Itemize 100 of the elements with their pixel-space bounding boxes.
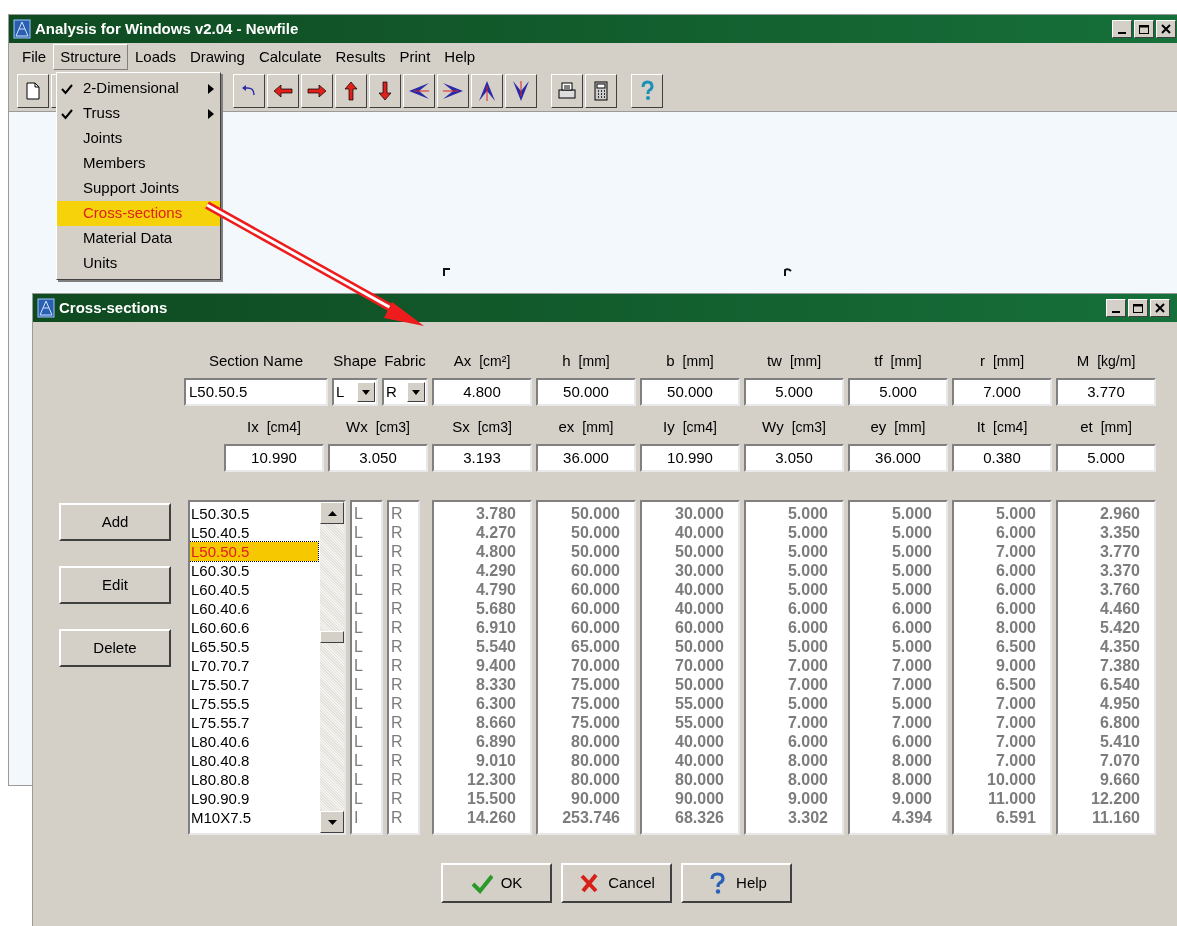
menu-item[interactable]: 2-Dimensional (57, 76, 220, 101)
table-cell-text: 5.000 (786, 561, 829, 580)
minimize-button[interactable] (1112, 20, 1132, 38)
table-cell-text: 5.000 (890, 580, 933, 599)
table-cell-text: 9.000 (786, 789, 829, 808)
toolbar-button[interactable] (551, 74, 583, 108)
toolbar-button[interactable] (505, 74, 537, 108)
table-cell-text: R (390, 789, 404, 808)
table-cell-text: 3.302 (786, 808, 829, 827)
input-field[interactable]: L50.50.5 (184, 378, 328, 406)
table-cell-text: 11.160 (1090, 808, 1141, 827)
menu-item[interactable]: Units (57, 251, 220, 276)
list-item[interactable]: L60.40.5 (190, 580, 318, 599)
menu-item[interactable]: Help (437, 43, 483, 71)
menu-item[interactable]: Material Data (57, 226, 220, 251)
list-item[interactable]: L60.30.5 (190, 561, 318, 580)
toolbar-button[interactable] (17, 74, 49, 108)
list-item[interactable]: L50.30.5 (190, 504, 318, 523)
side-button[interactable]: Edit (59, 566, 171, 604)
side-button[interactable]: Add (59, 503, 171, 541)
input-field[interactable]: 36.000 (848, 444, 948, 472)
maximize-button[interactable] (1134, 20, 1154, 38)
scroll-up-button[interactable] (320, 502, 344, 524)
table-cell-text: 12.300 (466, 770, 517, 789)
table-cell-text: 5.410 (1098, 732, 1141, 751)
help-button[interactable]: Help (681, 863, 792, 903)
table-cell-text: 6.000 (786, 599, 829, 618)
menu-item[interactable]: Support Joints (57, 176, 220, 201)
toolbar-button[interactable] (233, 74, 265, 108)
check-icon (61, 107, 73, 120)
input-field[interactable]: 10.990 (640, 444, 740, 472)
input-field[interactable]: 5.000 (848, 378, 948, 406)
menu-item[interactable]: Loads (128, 43, 183, 71)
toolbar-button[interactable] (471, 74, 503, 108)
input-field[interactable]: 5.000 (744, 378, 844, 406)
table-cell-text: 6.000 (786, 732, 829, 751)
menu-item[interactable]: Results (328, 43, 393, 71)
scrollbar[interactable] (320, 502, 344, 833)
table-cell-text: L (353, 770, 364, 789)
list-item[interactable]: L90.90.9 (190, 789, 318, 808)
list-item[interactable]: L50.40.5 (190, 523, 318, 542)
toolbar-button[interactable] (403, 74, 435, 108)
cancel-button[interactable]: Cancel (561, 863, 672, 903)
table-cell-text: 5.000 (890, 542, 933, 561)
menu-item[interactable]: Calculate (251, 43, 329, 71)
side-button[interactable]: Delete (59, 629, 171, 667)
input-field[interactable]: 50.000 (640, 378, 740, 406)
scroll-down-button[interactable] (320, 811, 344, 833)
list-item[interactable]: L75.50.7 (190, 675, 318, 694)
input-field[interactable]: 3.770 (1056, 378, 1156, 406)
table-cell-text: 9.000 (994, 656, 1037, 675)
menu-item[interactable]: Truss (57, 101, 220, 126)
close-button[interactable] (1156, 20, 1176, 38)
input-field[interactable]: 4.800 (432, 378, 532, 406)
table-cell-text: 5.000 (890, 694, 933, 713)
input-field[interactable]: 50.000 (536, 378, 636, 406)
list-item[interactable]: M10X7.5 (190, 808, 318, 827)
input-field[interactable]: 36.000 (536, 444, 636, 472)
list-item[interactable]: L60.60.6 (190, 618, 318, 637)
input-field[interactable]: 3.050 (744, 444, 844, 472)
dropdown-field[interactable]: L (332, 378, 378, 406)
toolbar-button[interactable] (631, 74, 663, 108)
ok-button[interactable]: OK (441, 863, 552, 903)
input-field[interactable]: 10.990 (224, 444, 324, 472)
toolbar-button[interactable] (301, 74, 333, 108)
menu-item[interactable]: Drawing (182, 43, 252, 71)
input-field[interactable]: 7.000 (952, 378, 1052, 406)
list-item[interactable]: L80.40.8 (190, 751, 318, 770)
list-item[interactable]: L80.40.6 (190, 732, 318, 751)
list-item[interactable]: L80.80.8 (190, 770, 318, 789)
menu-item[interactable]: File (15, 43, 54, 71)
list-item[interactable]: L75.55.7 (190, 713, 318, 732)
scroll-thumb[interactable] (320, 631, 344, 643)
input-field[interactable]: 5.000 (1056, 444, 1156, 472)
minimize-button[interactable] (1106, 299, 1126, 317)
menu-item[interactable]: Print (392, 43, 438, 71)
list-item[interactable]: L65.50.5 (190, 637, 318, 656)
maximize-button[interactable] (1128, 299, 1148, 317)
input-field[interactable]: 3.193 (432, 444, 532, 472)
input-field[interactable]: 0.380 (952, 444, 1052, 472)
menu-item[interactable]: Joints (57, 126, 220, 151)
dropdown-field[interactable]: R (382, 378, 428, 406)
close-button[interactable] (1150, 299, 1170, 317)
list-item[interactable]: L70.70.7 (190, 656, 318, 675)
field-label: b (666, 350, 675, 371)
toolbar-button[interactable] (267, 74, 299, 108)
menu-item[interactable]: Structure (53, 43, 129, 71)
section-list[interactable]: L50.30.5 L50.40.5 L50.50.5 L60.30.5 L60.40.5 L60.40.6 L60.60.6 L65.50.5 L70.70.7 L75.50.7 L75.55.5 L75.55.7 L80.40.6 L80.40.8 L80.80.8 L90.90.9 M10X7.5 (188, 500, 346, 835)
list-item[interactable]: L75.55.5 (190, 694, 318, 713)
input-field[interactable]: 3.050 (328, 444, 428, 472)
toolbar-button[interactable] (585, 74, 617, 108)
list-item[interactable]: L60.40.6 (190, 599, 318, 618)
field-label: Wy (762, 416, 784, 437)
table-cell-text: 50.000 (570, 542, 621, 561)
toolbar-button[interactable] (437, 74, 469, 108)
toolbar-button[interactable] (335, 74, 367, 108)
toolbar-button[interactable] (369, 74, 401, 108)
unit-label: [cm4] (993, 418, 1028, 437)
menu-item[interactable]: Members (57, 151, 220, 176)
dropdown-arrow-icon (362, 389, 370, 395)
